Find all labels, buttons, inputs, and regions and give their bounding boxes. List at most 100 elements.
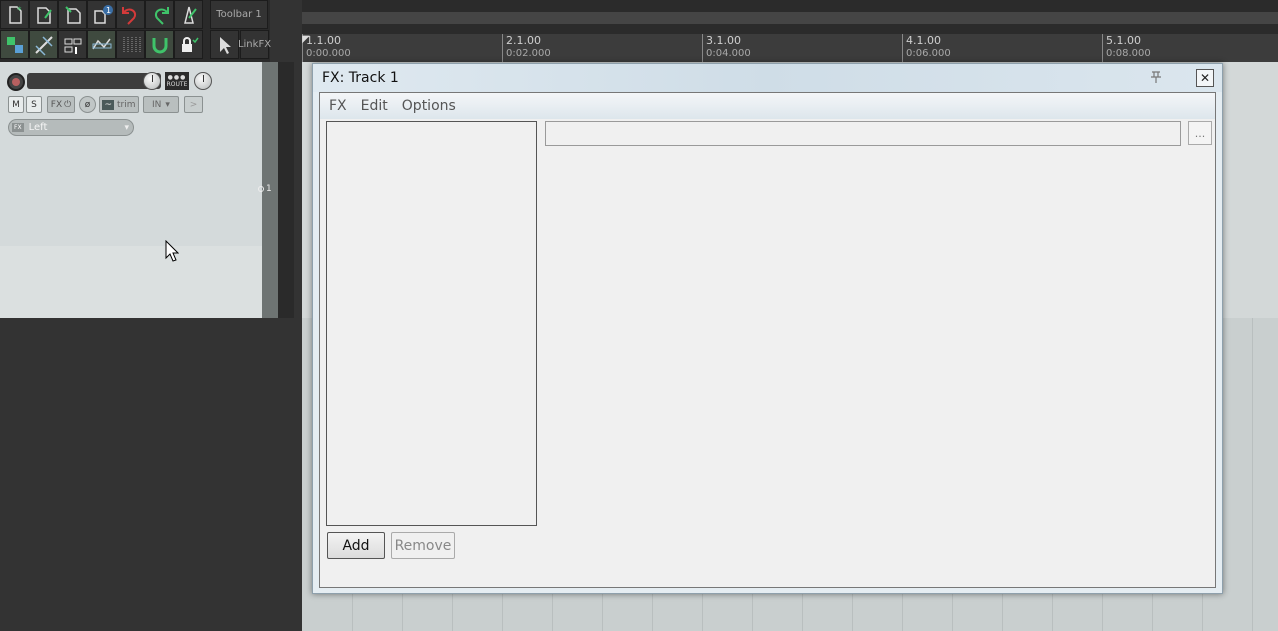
phase-icon: ø — [84, 99, 91, 110]
redo-icon — [154, 6, 169, 25]
undo-button[interactable] — [116, 0, 145, 29]
envelope-button[interactable] — [87, 30, 116, 59]
add-fx-button[interactable]: Add — [327, 532, 385, 559]
ruler-bar-label: 2.1.00 — [506, 34, 541, 47]
track-panel-empty-area[interactable] — [0, 246, 262, 318]
chevron-down-icon: ▾ — [165, 99, 170, 110]
link-fx-button[interactable]: Link FX — [237, 30, 272, 59]
route-icon: ●●● — [167, 74, 187, 81]
snap-button[interactable] — [145, 30, 174, 59]
ripple-edit-button[interactable] — [29, 30, 58, 59]
metronome-icon — [183, 6, 197, 24]
fx-chain-window[interactable]: FX: Track 1 ✕ FX Edit Options ... Add Re… — [312, 63, 1223, 594]
ruler-bar-label: 1.1.00 — [306, 34, 341, 47]
ruler-mark: 4.1.00 0:06.000 — [902, 34, 951, 62]
edit-cursor-marker-icon: ◤ — [302, 33, 310, 45]
panel-divider[interactable] — [278, 62, 294, 318]
volume-knob[interactable] — [143, 72, 161, 90]
arrange-top-bar — [302, 0, 1278, 12]
close-button[interactable]: ✕ — [1196, 69, 1214, 87]
fx-window-body: FX Edit Options ... Add Remove — [319, 92, 1216, 588]
open-project-button[interactable] — [29, 0, 58, 29]
ruler-time-label: 0:08.000 — [1106, 48, 1151, 59]
track-number: 1 — [266, 184, 272, 194]
ruler-bar-label: 4.1.00 — [906, 34, 941, 47]
ruler-mark: 3.1.00 0:04.000 — [702, 34, 751, 62]
fx-more-button[interactable]: ... — [1188, 121, 1212, 145]
ripple-icon — [34, 35, 53, 56]
menu-edit[interactable]: Edit — [361, 98, 388, 114]
grid-button[interactable] — [116, 30, 145, 59]
grid-line — [1252, 318, 1253, 631]
ruler-spacer — [302, 24, 1278, 34]
save-project-button[interactable] — [58, 0, 87, 29]
pan-knob[interactable] — [194, 72, 212, 90]
input-channel-select[interactable]: FX Left ▾ — [8, 119, 134, 136]
close-icon: ✕ — [1199, 71, 1211, 85]
magnet-icon — [152, 37, 167, 53]
badge-count: 1 — [106, 6, 111, 15]
input-channel-label: Left — [28, 122, 48, 133]
fx-window-titlebar[interactable]: FX: Track 1 ✕ — [313, 64, 1222, 92]
link-fx-label-line2: FX — [258, 38, 272, 50]
record-arm-button[interactable] — [7, 73, 25, 91]
trim-label: trim — [117, 99, 136, 110]
input-label: IN — [152, 99, 162, 110]
route-label: ROUTE — [166, 81, 188, 88]
cursor-icon — [219, 36, 231, 54]
fx-button[interactable]: FX ⏻ — [47, 96, 75, 113]
menu-options[interactable]: Options — [402, 98, 456, 114]
input-monitor-button[interactable]: IN ▾ — [143, 96, 179, 113]
ruler-time-label: 0:00.000 — [306, 48, 351, 59]
ruler-time-label: 0:06.000 — [906, 48, 951, 59]
ruler-bar-label: 5.1.00 — [1106, 34, 1141, 47]
project-settings-button[interactable]: 1 — [87, 0, 116, 29]
open-file-icon — [36, 6, 52, 24]
grid-snap-button[interactable] — [0, 30, 29, 59]
new-project-button[interactable]: * — [0, 0, 29, 29]
fx-name-field[interactable] — [545, 121, 1181, 146]
svg-text:*: * — [17, 6, 22, 16]
fx-menu-bar: FX Edit Options — [320, 93, 1215, 119]
menu-fx[interactable]: FX — [329, 98, 347, 114]
record-icon — [12, 78, 20, 86]
fx-window-title: FX: Track 1 — [322, 70, 399, 86]
ruler-bar-label: 3.1.00 — [706, 34, 741, 47]
mouse-cursor-icon — [165, 239, 180, 262]
timeline-ruler[interactable]: 1.1.00 0:00.000 2.1.00 0:02.000 3.1.00 0… — [302, 34, 1278, 62]
metronome-button[interactable] — [174, 0, 203, 29]
remove-fx-button[interactable]: Remove — [391, 532, 455, 559]
toolbar-label[interactable]: Toolbar 1 — [210, 0, 268, 29]
empty-track-area[interactable] — [0, 318, 302, 631]
document-icon: 1 — [93, 4, 113, 24]
automation-trim-button[interactable]: ~ trim — [99, 96, 139, 113]
ruler-time-label: 0:04.000 — [706, 48, 751, 59]
envelope-small-icon: ~ — [102, 99, 115, 110]
fx-chain-list[interactable] — [326, 121, 537, 526]
track-name-field[interactable] — [27, 73, 161, 89]
send-arrow-button[interactable]: > — [184, 96, 203, 113]
phase-button[interactable]: ø — [79, 96, 96, 113]
item-grouping-button[interactable] — [58, 30, 87, 59]
solo-button[interactable]: S — [26, 96, 42, 113]
ruler-mark: 5.1.00 0:08.000 — [1102, 34, 1151, 62]
input-fx-icon: FX — [12, 123, 24, 132]
ruler-mark: 2.1.00 0:02.000 — [502, 34, 551, 62]
main-toolbar: * 1 Toolbar 1 Link FX — [0, 0, 272, 62]
lock-icon — [181, 36, 199, 52]
link-fx-label-line1: Link — [237, 38, 259, 50]
pin-icon[interactable] — [1148, 69, 1164, 85]
redo-button[interactable] — [145, 0, 174, 29]
meter-handle-icon[interactable] — [258, 186, 264, 192]
undo-icon — [121, 6, 136, 25]
horizontal-scrollbar[interactable] — [302, 12, 1278, 24]
fx-label: FX — [50, 99, 63, 110]
route-button[interactable]: ●●● ROUTE — [165, 72, 189, 90]
grouping-icon — [64, 38, 81, 54]
mute-button[interactable]: M — [8, 96, 24, 113]
shapes-icon — [6, 36, 23, 53]
lock-button[interactable] — [174, 30, 203, 59]
arrow-right-icon: > — [189, 99, 198, 110]
fx-bypass-icon: ⏻ — [64, 99, 72, 110]
cursor-mode-button[interactable] — [210, 30, 239, 59]
